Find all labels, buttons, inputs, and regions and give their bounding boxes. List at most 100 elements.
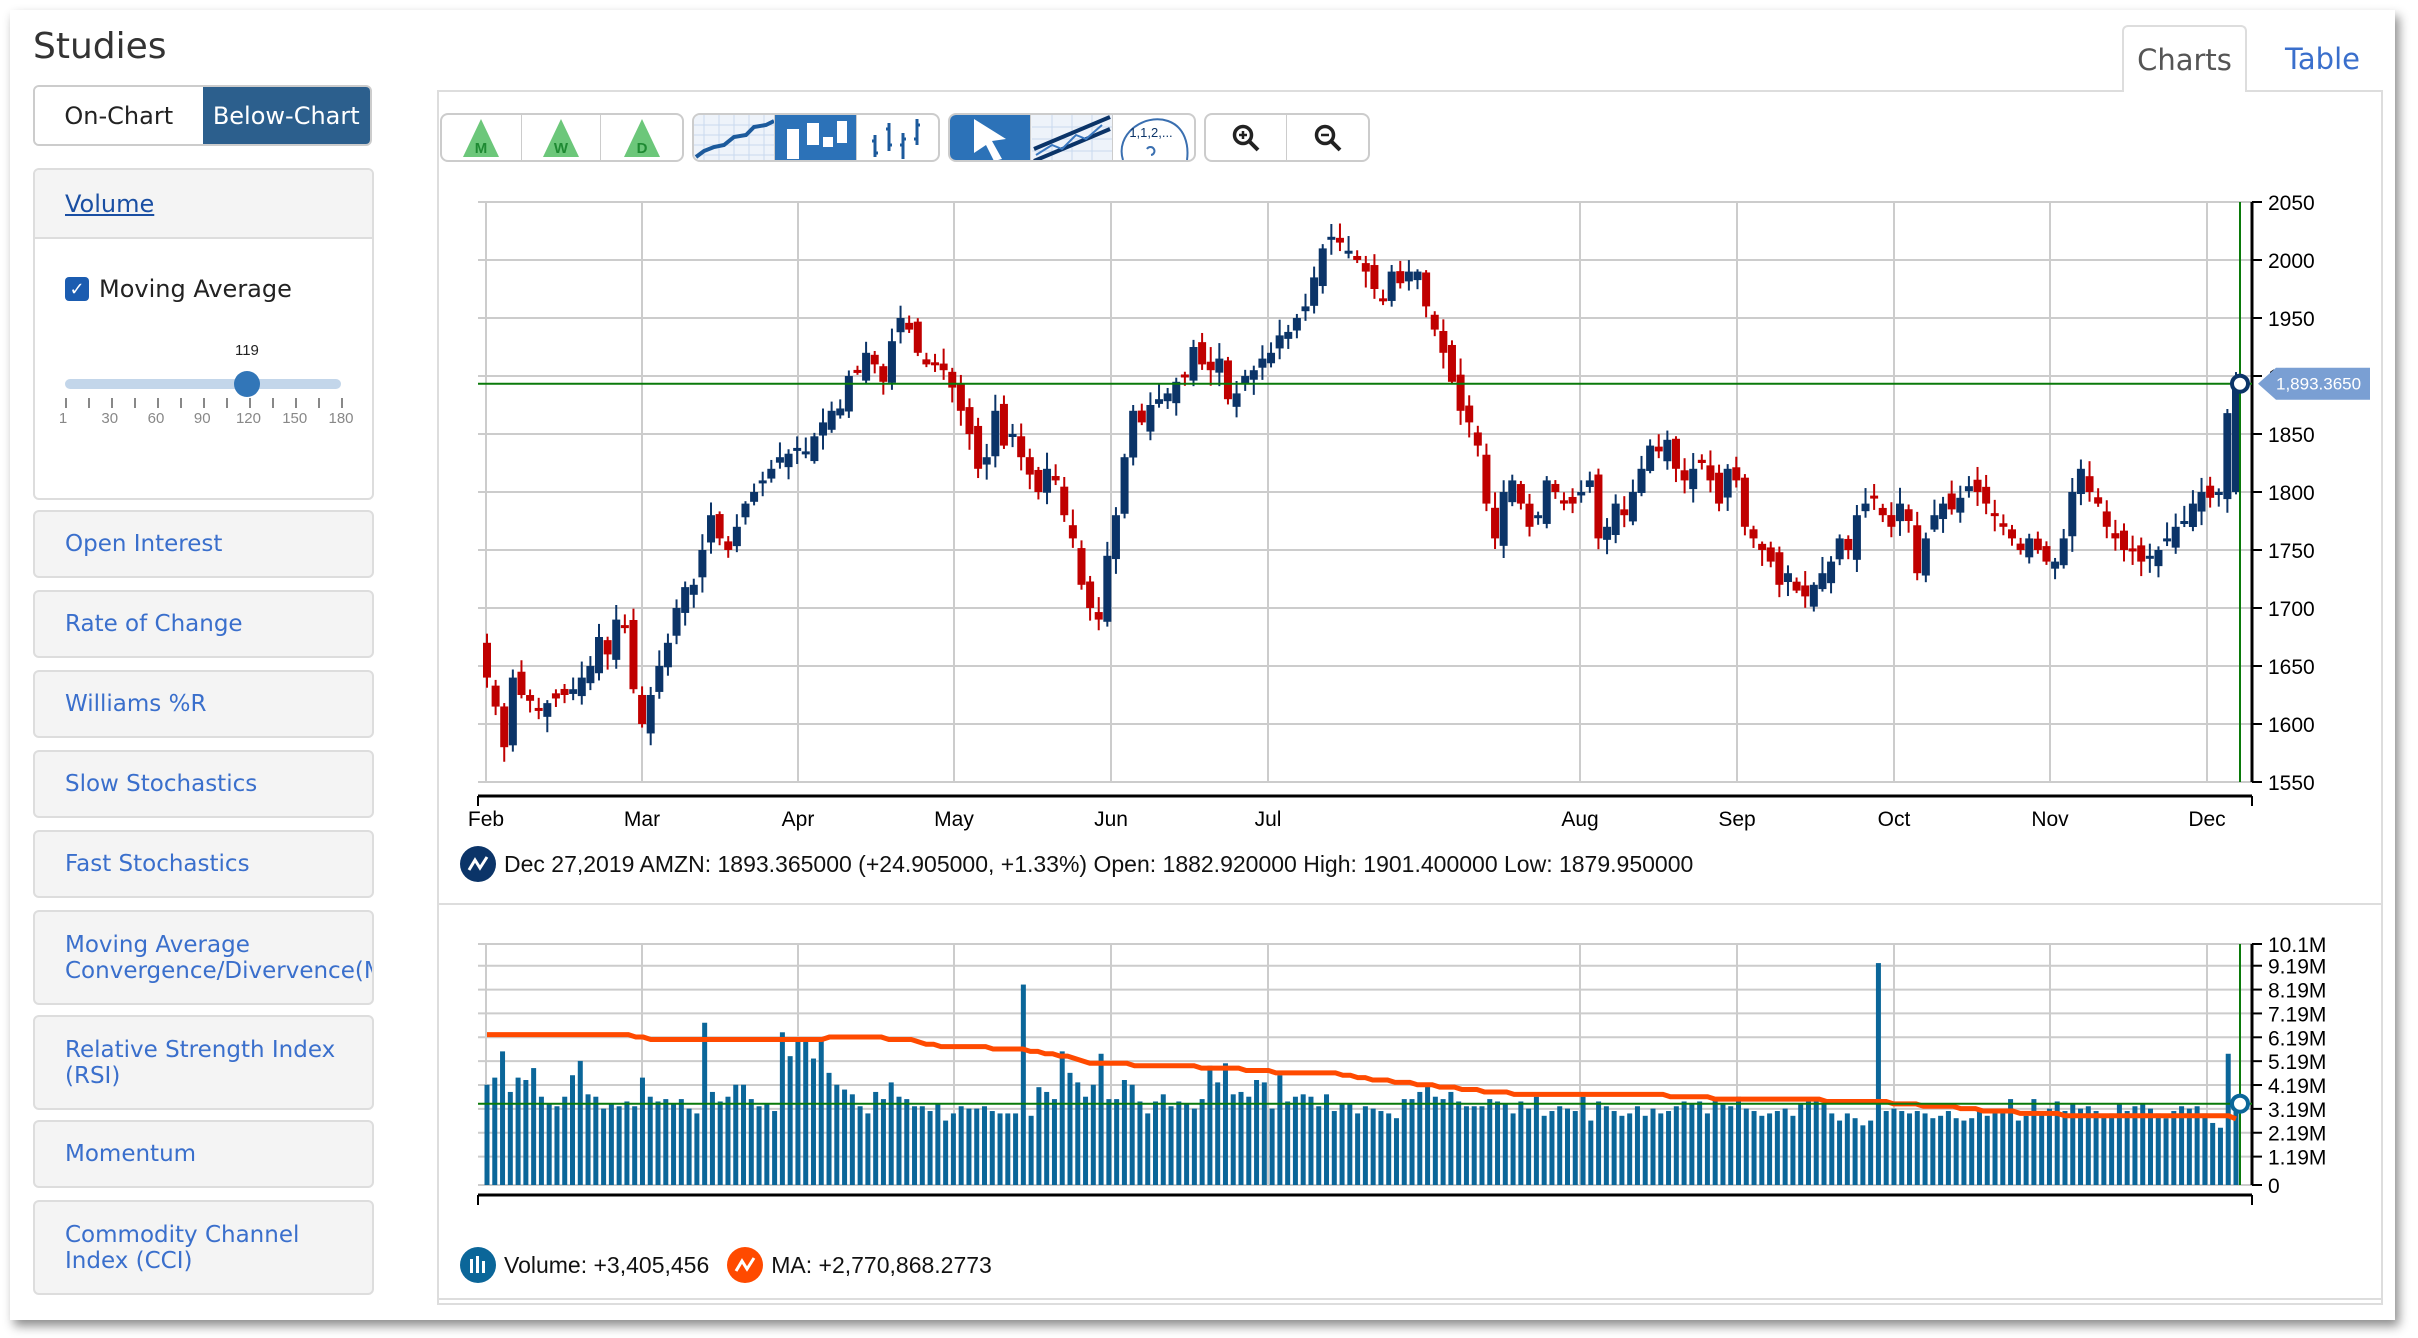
volume-bar bbox=[2046, 1108, 2052, 1185]
volume-bar bbox=[608, 1103, 614, 1185]
volume-bar bbox=[717, 1101, 723, 1185]
volume-bar bbox=[624, 1101, 630, 1185]
volume-bar bbox=[500, 1051, 506, 1185]
volume-bar bbox=[779, 1032, 785, 1185]
volume-bar bbox=[562, 1096, 568, 1185]
volume-bar bbox=[663, 1099, 669, 1185]
volume-chart[interactable]: 10.1M9.19M8.19M7.19M6.19M5.19M4.19M3.19M… bbox=[0, 0, 2418, 1338]
volume-bar bbox=[1564, 1108, 1570, 1185]
volume-bar bbox=[1938, 1115, 1944, 1185]
volume-tick-label: 8.19M bbox=[2268, 980, 2326, 1003]
volume-bar bbox=[2225, 1053, 2231, 1185]
volume-bar bbox=[1059, 1051, 1065, 1185]
volume-bar bbox=[1588, 1120, 1594, 1185]
volume-legend: Volume: +3,405,456 MA: +2,770,868.2773 bbox=[460, 1247, 992, 1283]
volume-bar bbox=[741, 1084, 747, 1185]
volume-tick-label: 9.19M bbox=[2268, 956, 2326, 979]
volume-bar bbox=[2000, 1113, 2006, 1185]
volume-bar bbox=[1689, 1103, 1695, 1185]
volume-bar bbox=[546, 1103, 552, 1185]
volume-bar bbox=[686, 1108, 692, 1185]
volume-bar bbox=[1378, 1111, 1384, 1185]
volume-bar bbox=[577, 1060, 583, 1185]
volume-bar bbox=[1153, 1101, 1159, 1185]
volume-bar bbox=[601, 1108, 607, 1185]
volume-tick-label: 5.19M bbox=[2268, 1051, 2326, 1074]
volume-bar bbox=[1860, 1125, 1866, 1185]
volume-bar bbox=[943, 1120, 949, 1185]
volume-bar bbox=[1518, 1101, 1524, 1185]
volume-bar bbox=[1425, 1084, 1431, 1185]
volume-bar bbox=[1495, 1101, 1501, 1185]
volume-bar bbox=[787, 1056, 793, 1185]
volume-bar bbox=[1316, 1106, 1322, 1185]
volume-bar bbox=[1572, 1111, 1578, 1185]
volume-bar bbox=[1704, 1113, 1710, 1185]
volume-bar bbox=[1347, 1103, 1353, 1185]
volume-bar bbox=[974, 1108, 980, 1185]
volume-bar bbox=[1137, 1101, 1143, 1185]
volume-bar bbox=[1013, 1113, 1019, 1185]
volume-bar bbox=[639, 1077, 645, 1185]
volume-bar bbox=[880, 1099, 886, 1185]
volume-bar bbox=[1992, 1111, 1998, 1185]
volume-bar bbox=[912, 1106, 918, 1185]
volume-bar bbox=[1448, 1091, 1454, 1185]
volume-bar bbox=[1020, 984, 1026, 1185]
volume-bar bbox=[1712, 1099, 1718, 1185]
volume-bar bbox=[865, 1113, 871, 1185]
volume-bar bbox=[1370, 1108, 1376, 1185]
volume-bar bbox=[1324, 1094, 1330, 1185]
volume-bar bbox=[1184, 1103, 1190, 1185]
volume-bar bbox=[950, 1113, 956, 1185]
volume-bar bbox=[764, 1103, 770, 1185]
volume-bar bbox=[834, 1084, 840, 1185]
volume-bar bbox=[1386, 1113, 1392, 1185]
volume-bar bbox=[1051, 1099, 1057, 1185]
tab-charts[interactable]: Charts bbox=[2122, 25, 2247, 92]
volume-bar bbox=[803, 1037, 809, 1185]
volume-bar bbox=[919, 1106, 925, 1185]
volume-bar bbox=[1984, 1115, 1990, 1185]
volume-bar bbox=[1790, 1115, 1796, 1185]
volume-bar bbox=[1666, 1111, 1672, 1185]
volume-bar bbox=[1945, 1111, 1951, 1185]
volume-bar bbox=[756, 1106, 762, 1185]
volume-bar bbox=[1914, 1111, 1920, 1185]
volume-bar bbox=[1557, 1106, 1563, 1185]
ma-legend-text: MA: +2,770,868.2773 bbox=[771, 1251, 992, 1278]
volume-bar bbox=[966, 1108, 972, 1185]
volume-bar bbox=[1028, 1115, 1034, 1185]
volume-bar bbox=[1487, 1099, 1493, 1185]
volume-bar bbox=[1533, 1096, 1539, 1185]
volume-bar bbox=[1230, 1094, 1236, 1185]
volume-bar bbox=[523, 1080, 529, 1185]
volume-bar bbox=[958, 1106, 964, 1185]
volume-bar bbox=[1596, 1101, 1602, 1185]
volume-bar bbox=[2163, 1118, 2169, 1185]
volume-bar bbox=[2171, 1111, 2177, 1185]
volume-bar bbox=[484, 1084, 490, 1185]
volume-bar bbox=[2147, 1108, 2153, 1185]
volume-bar bbox=[538, 1096, 544, 1185]
volume-bar bbox=[2101, 1115, 2107, 1185]
volume-bar bbox=[1813, 1101, 1819, 1185]
volume-bar bbox=[1837, 1120, 1843, 1185]
volume-bar bbox=[1658, 1113, 1664, 1185]
volume-bar bbox=[1339, 1103, 1345, 1185]
volume-bar bbox=[1176, 1101, 1182, 1185]
volume-bar bbox=[1681, 1101, 1687, 1185]
volume-bar bbox=[678, 1099, 684, 1185]
volume-bar bbox=[1510, 1113, 1516, 1185]
volume-bar bbox=[725, 1096, 731, 1185]
volume-bar bbox=[1899, 1111, 1905, 1185]
volume-bar bbox=[2217, 1127, 2223, 1185]
volume-bar bbox=[1067, 1072, 1073, 1185]
volume-bar bbox=[632, 1106, 638, 1185]
volume-bar bbox=[1207, 1065, 1213, 1185]
volume-bar bbox=[2015, 1120, 2021, 1185]
volume-bar bbox=[570, 1075, 576, 1185]
volume-bar bbox=[1634, 1106, 1640, 1185]
volume-bar bbox=[1479, 1106, 1485, 1185]
ma-series-icon bbox=[727, 1247, 764, 1283]
